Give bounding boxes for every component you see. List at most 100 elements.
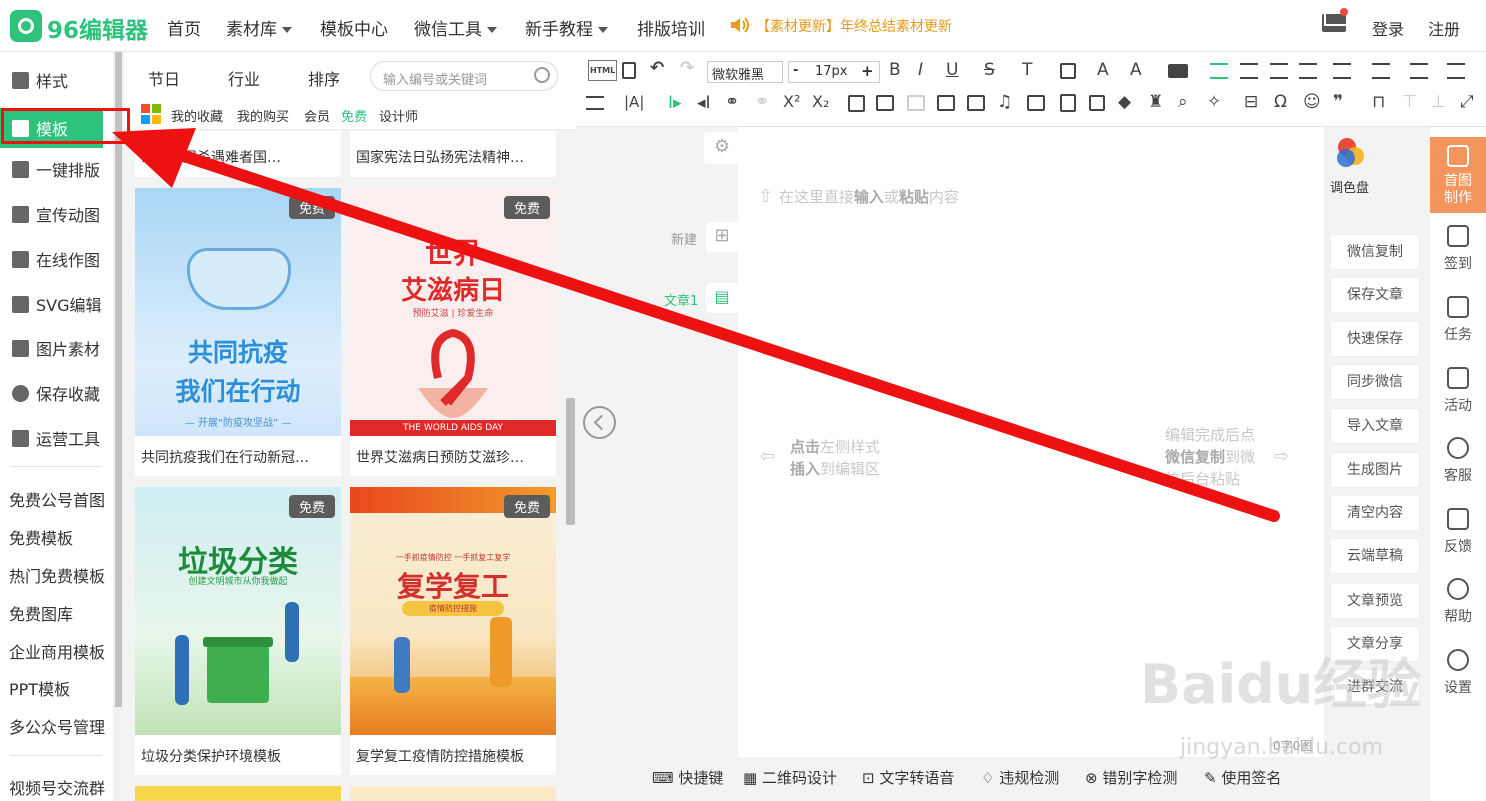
align-left-icon[interactable] [1210,63,1228,79]
sidebar-link-free-cover[interactable]: 免费公号首图 [9,487,105,511]
subtab-designer[interactable]: 设计师 [379,106,418,125]
format-painter-icon[interactable]: ♜ [1148,92,1163,112]
article-preview-button[interactable]: 文章预览 [1330,583,1420,619]
paragraph-spacing-icon[interactable] [1410,63,1428,79]
border-text-icon[interactable] [1060,63,1076,79]
subtab-favorites[interactable]: 我的收藏 [171,106,223,125]
eraser-icon[interactable]: ◆ [1118,92,1131,112]
bold-icon[interactable]: B [889,60,901,80]
cloud-draft-button[interactable]: 云端草稿 [1330,538,1420,574]
settings-gear-icon[interactable]: ⚙ [704,132,740,164]
font-family-select[interactable]: 微软雅黑 [707,61,783,83]
signature-button[interactable]: ✎ 使用签名 [1204,767,1281,788]
feedback-nav[interactable]: 反馈 [1430,508,1486,556]
tab-sort[interactable]: 排序 [308,66,340,90]
activity-nav[interactable]: 活动 [1430,367,1486,415]
document-icon[interactable] [622,62,636,79]
panel-scrollbar[interactable] [566,398,575,525]
template-card[interactable]: 国家宪法日弘扬宪法精神… [350,131,556,177]
music-icon[interactable]: ♫ [997,92,1012,112]
template-card[interactable]: 垃圾分类 创建文明城市从你我做起 免费 垃圾分类保护环境模板 [135,487,341,775]
text-background-icon[interactable] [1168,64,1188,78]
text-color-icon[interactable]: T [1022,60,1032,80]
margin-icon[interactable] [1447,63,1465,79]
palette-label[interactable]: 调色盘 [1330,177,1369,196]
sidebar-item-ops-tools[interactable]: 运营工具 [0,418,113,458]
cover-image-nav[interactable]: 首图 制作 [1430,137,1486,213]
html-source-button[interactable]: HTML [588,60,618,81]
sidebar-link-commercial[interactable]: 企业商用模板 [9,639,105,663]
sidebar-item-styles[interactable]: 样式 [0,60,113,100]
sidebar-link-video-group[interactable]: 视频号交流群 [9,775,105,799]
template-card[interactable]: …京大屠杀遇难者国… [135,131,341,177]
sidebar-link-ppt[interactable]: PPT模板 [9,676,70,700]
nav-home[interactable]: 首页 [167,15,201,40]
outdent-icon[interactable]: ◂I [697,93,711,113]
align-right-icon[interactable] [1270,63,1288,79]
align-center-icon[interactable] [1240,63,1258,79]
tab-festival[interactable]: 节日 [148,66,180,90]
nav-wechat-tools[interactable]: 微信工具 [414,15,497,40]
sidebar-item-svg-edit[interactable]: SVG编辑 [0,284,113,324]
letter-spacing-icon[interactable]: |A| [624,93,644,111]
violation-check-button[interactable]: ♢ 违规检测 [981,767,1059,788]
template-card[interactable] [350,786,556,801]
align-justify-icon[interactable] [1299,63,1317,79]
sidebar-item-favorites[interactable]: 保存收藏 [0,373,113,413]
checkbox-icon[interactable] [1089,95,1105,111]
decrease-size-button[interactable]: - [793,63,798,78]
article-tab[interactable]: 文章1 [664,290,698,309]
undo-icon[interactable]: ↶ [650,58,664,78]
template-card[interactable]: 一手抓疫情防控 一手抓复工复学 复学复工 疫情防控措施 免费 复学复工疫情防控措… [350,487,556,775]
table-icon[interactable] [876,95,894,111]
nav-training[interactable]: 排版培训 [637,15,705,40]
sidebar-link-hot-free[interactable]: 热门免费模板 [9,563,105,587]
indent-icon[interactable] [1333,63,1351,79]
login-link[interactable]: 登录 [1372,16,1404,40]
generate-image-button[interactable]: 生成图片 [1330,452,1420,488]
font-highlight-icon[interactable]: A [1130,60,1142,80]
sidebar-item-image-materials[interactable]: 图片素材 [0,328,113,368]
nav-template-center[interactable]: 模板中心 [320,15,388,40]
sidebar-item-online-design[interactable]: 在线作图 [0,239,113,279]
superscript-icon[interactable]: X² [783,92,800,111]
template-icon[interactable]: ⊓ [1372,92,1385,112]
import-article-button[interactable]: 导入文章 [1330,408,1420,444]
increase-size-button[interactable]: + [861,62,874,80]
unlink-icon[interactable]: ⚭ [755,92,769,112]
checkin-nav[interactable]: 签到 [1430,225,1486,273]
magic-icon[interactable]: ✧ [1207,92,1221,112]
qrcode-design-button[interactable]: ▦ 二维码设计 [743,767,837,788]
user-image-icon[interactable] [1027,95,1045,111]
sidebar-scrollbar[interactable] [113,52,124,801]
video-icon[interactable] [967,95,985,111]
new-article-label[interactable]: 新建 [671,229,697,248]
font-size-stepper[interactable]: - 17px + [788,61,880,83]
collapse-panel-button[interactable] [583,406,616,439]
sidebar-link-free-gallery[interactable]: 免费图库 [9,601,73,625]
quick-save-button[interactable]: 快速保存 [1330,321,1420,357]
wechat-copy-button[interactable]: 微信复制 [1330,234,1420,270]
clear-content-button[interactable]: 清空内容 [1330,495,1420,531]
sidebar-link-multi-account[interactable]: 多公众号管理 [9,714,105,738]
template-search-input[interactable]: 输入编号或关键词 [370,61,558,91]
arrow-down-icon[interactable]: ⊥ [1431,92,1446,112]
logo-icon[interactable] [10,10,42,42]
new-article-plus-icon[interactable]: ⊞ [706,222,738,252]
sidebar-item-one-click-layout[interactable]: 一键排版 [0,149,113,189]
italic-icon[interactable]: I [918,60,923,80]
image-icon[interactable] [937,95,955,111]
subscript-icon[interactable]: X₂ [812,92,829,111]
strikethrough-icon[interactable]: S [984,60,995,80]
find-replace-icon[interactable]: ⌕ [1178,92,1188,112]
link-icon[interactable]: ⚭ [725,92,739,112]
settings-nav[interactable]: 设置 [1430,649,1486,697]
list-icon[interactable] [586,96,604,110]
line-height-icon[interactable] [1372,63,1390,79]
tasks-nav[interactable]: 任务 [1430,296,1486,344]
image-placeholder-icon[interactable] [907,95,925,111]
help-nav[interactable]: 帮助 [1430,578,1486,626]
customer-service-nav[interactable]: 客服 [1430,437,1486,485]
font-size-value[interactable]: 17px [815,64,848,79]
template-card[interactable]: 世界 艾滋病日 预防艾滋 | 珍爱生命 THE WORLD AIDS DAY 免… [350,188,556,476]
